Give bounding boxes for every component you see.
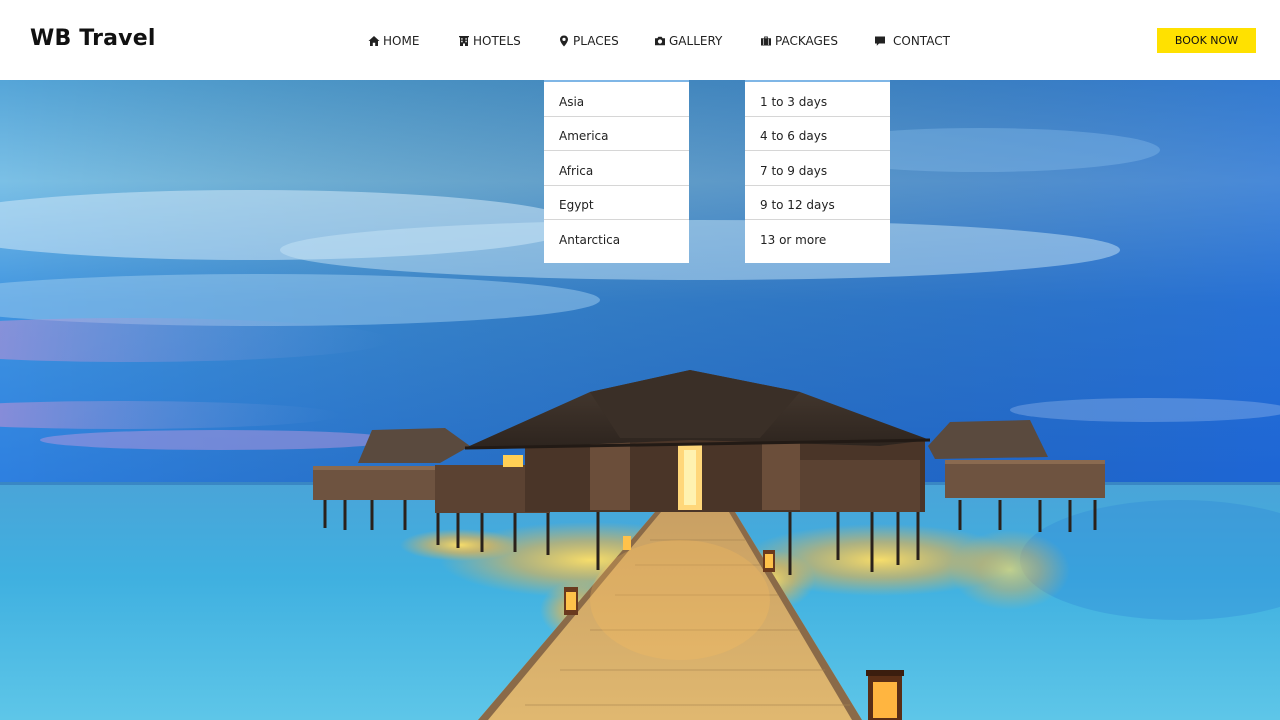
nav-label-places: PLACES — [573, 34, 619, 48]
places-option[interactable]: Africa — [544, 151, 689, 186]
packages-option[interactable]: 13 or more — [745, 220, 890, 255]
map-marker-icon — [560, 35, 568, 47]
nav-label-hotels: HOTELS — [473, 34, 521, 48]
book-now-button[interactable]: BOOK NOW — [1157, 28, 1256, 53]
comment-icon — [875, 36, 885, 46]
nav-item-gallery[interactable]: GALLERY — [654, 33, 722, 49]
places-option[interactable]: America — [544, 117, 689, 151]
packages-option[interactable]: 4 to 6 days — [745, 117, 890, 151]
nav-item-hotels[interactable]: HOTELS — [458, 33, 521, 49]
places-dropdown: Asia America Africa Egypt Antarctica — [544, 80, 689, 263]
nav-item-contact[interactable]: CONTACT — [874, 33, 950, 49]
places-option[interactable]: Egypt — [544, 186, 689, 220]
packages-dropdown: 1 to 3 days 4 to 6 days 7 to 9 days 9 to… — [745, 80, 890, 263]
building-icon — [459, 36, 469, 46]
packages-option[interactable]: 1 to 3 days — [745, 82, 890, 117]
places-option[interactable]: Asia — [544, 82, 689, 117]
camera-icon — [655, 36, 665, 46]
packages-option[interactable]: 7 to 9 days — [745, 151, 890, 186]
nav-label-gallery: GALLERY — [669, 34, 723, 48]
nav-item-places[interactable]: PLACES — [558, 33, 619, 49]
places-option[interactable]: Antarctica — [544, 220, 689, 255]
site-header: WB Travel HOME HOTELS PLACES GALLERY PAC… — [0, 0, 1280, 80]
nav-label-contact: CONTACT — [893, 34, 950, 48]
packages-option[interactable]: 9 to 12 days — [745, 186, 890, 220]
nav-label-home: HOME — [383, 34, 420, 48]
home-icon — [368, 36, 380, 46]
brand-logo[interactable]: WB Travel — [30, 26, 156, 51]
nav-label-packages: PACKAGES — [775, 34, 838, 48]
nav-item-home[interactable]: HOME — [368, 33, 419, 49]
nav-item-packages[interactable]: PACKAGES — [760, 33, 838, 49]
suitcase-icon — [761, 36, 771, 46]
